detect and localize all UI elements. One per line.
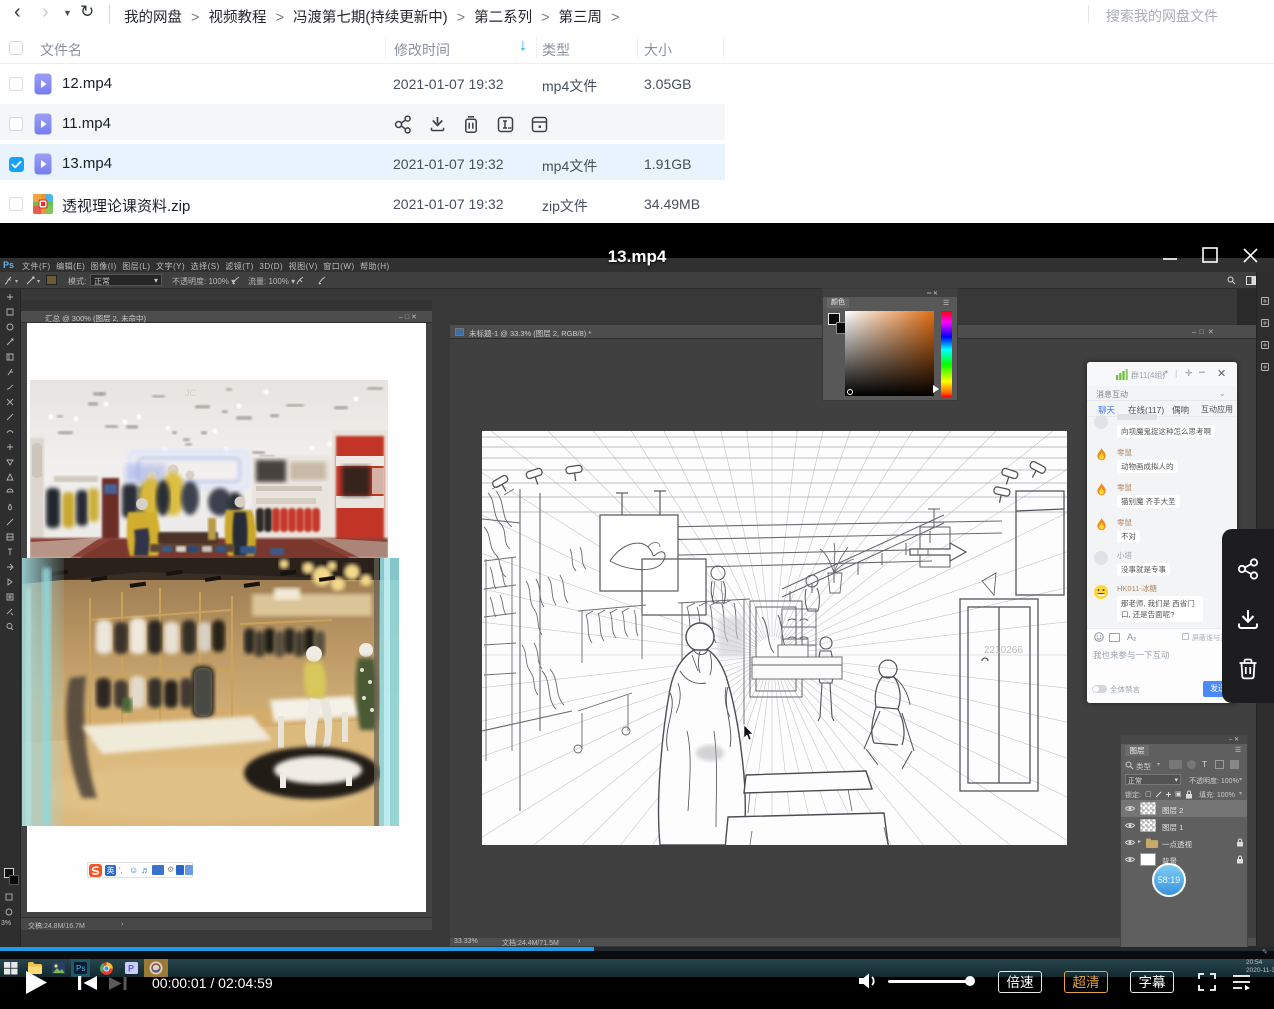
svg-text:P: P [128,964,134,974]
svg-text:2210266: 2210266 [984,645,1023,656]
svg-text:Ps: Ps [76,964,85,973]
svg-text:JC: JC [185,388,197,398]
